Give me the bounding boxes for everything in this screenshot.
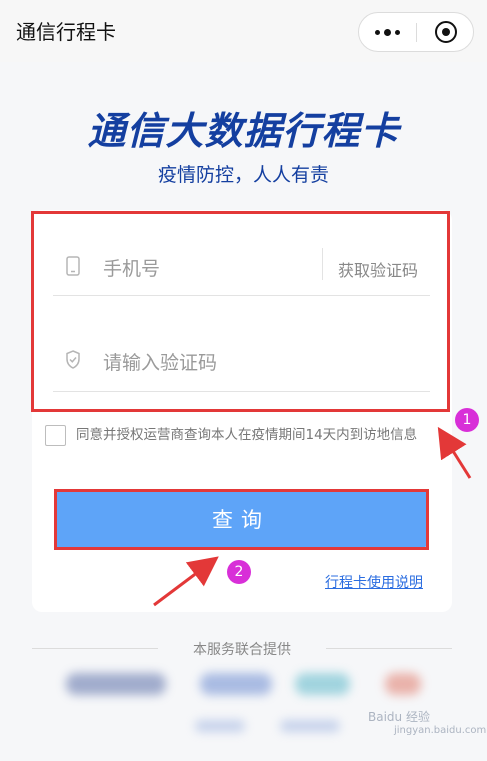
agree-text: 同意并授权运营商查询本人在疫情期间14天内到访地信息 — [76, 427, 418, 443]
provider-logo — [295, 673, 350, 695]
ellipsis-icon — [375, 29, 380, 35]
step-badge-1: 1 — [455, 408, 479, 432]
shield-icon — [66, 350, 80, 369]
divider-line — [326, 648, 452, 649]
capsule-menu — [358, 12, 474, 52]
provider-logo — [200, 673, 272, 695]
ellipsis-icon — [384, 28, 391, 36]
more-menu-button[interactable] — [359, 13, 416, 51]
provider-logo — [280, 720, 340, 732]
app-title: 通信行程卡 — [16, 20, 116, 44]
verification-code-field[interactable]: 请输入验证码 — [53, 336, 430, 392]
provider-logo — [66, 673, 166, 695]
query-button[interactable]: 查询 — [54, 490, 428, 548]
help-link[interactable]: 行程卡使用说明 — [325, 572, 423, 592]
page-title: 通信大数据行程卡 — [87, 109, 400, 153]
watermark-url: jingyan.baidu.com — [394, 725, 487, 736]
target-close-icon — [434, 21, 457, 43]
watermark-brand: Baidu 经验 — [368, 710, 430, 724]
close-mini-program-button[interactable] — [417, 13, 474, 51]
phone-input[interactable]: 手机号 — [103, 254, 160, 281]
agree-checkbox[interactable] — [45, 425, 66, 446]
field-divider — [322, 248, 323, 280]
baidu-watermark: Baidu 经验 jingyan.baidu.com — [368, 708, 486, 736]
provider-logo — [195, 720, 245, 732]
step-badge-2: 2 — [227, 560, 251, 584]
phone-field[interactable]: 手机号 获取验证码 — [53, 244, 430, 296]
phone-icon — [66, 256, 80, 276]
provider-logo — [385, 673, 421, 695]
mini-program-top-bar: 通信行程卡 — [0, 0, 487, 62]
page-subtitle: 疫情防控，人人有责 — [157, 164, 329, 186]
ellipsis-icon — [395, 29, 400, 35]
get-verification-code-button[interactable]: 获取验证码 — [338, 257, 418, 281]
provider-label: 本服务联合提供 — [193, 642, 291, 658]
provider-section: 本服务联合提供 — [32, 636, 452, 660]
verification-code-input[interactable]: 请输入验证码 — [103, 348, 217, 375]
